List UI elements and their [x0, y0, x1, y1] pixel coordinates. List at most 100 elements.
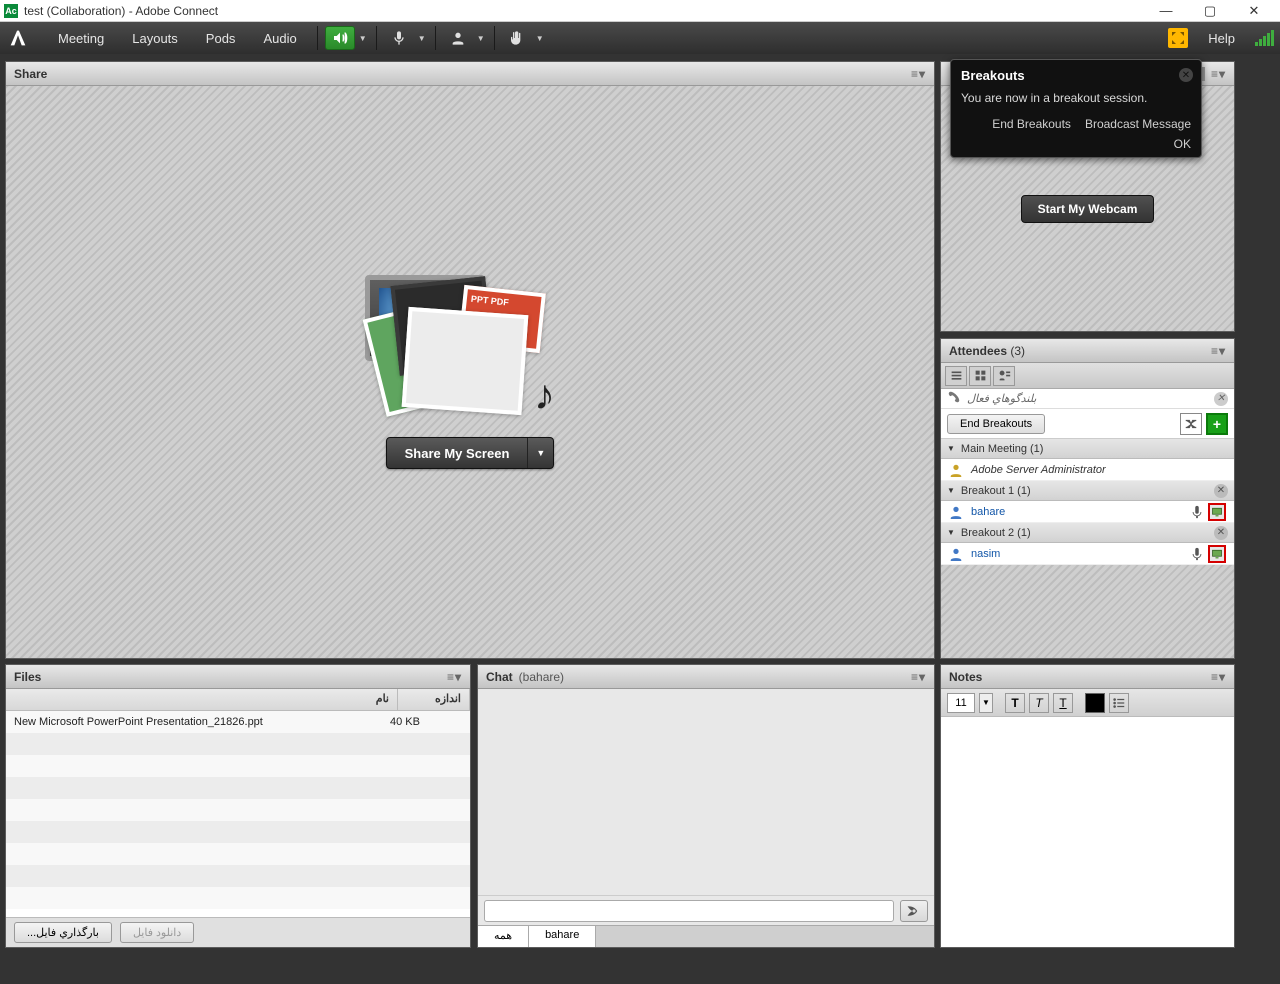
chat-tab[interactable]: bahare	[529, 926, 596, 947]
breakouts-popup-close[interactable]: ✕	[1179, 68, 1193, 82]
file-name: New Microsoft PowerPoint Presentation_21…	[14, 716, 390, 728]
underline-button[interactable]: T	[1053, 693, 1073, 713]
attendees-count: (3)	[1010, 344, 1025, 358]
shuffle-breakouts-button[interactable]	[1180, 413, 1202, 435]
share-my-screen-button[interactable]: Share My Screen ▼	[386, 437, 555, 469]
files-pod: Files ≡▾ نام اندازه New Microsoft PowerP…	[5, 664, 471, 948]
window-close-button[interactable]: ✕	[1232, 0, 1276, 22]
raise-hand-button[interactable]	[502, 26, 532, 50]
chat-input[interactable]	[484, 900, 894, 922]
file-row[interactable]	[6, 733, 470, 755]
files-rows: New Microsoft PowerPoint Presentation_21…	[6, 711, 470, 917]
font-size-field[interactable]: 11	[947, 693, 975, 713]
chat-pod-menu[interactable]: ≡▾	[911, 670, 926, 684]
file-row[interactable]: New Microsoft PowerPoint Presentation_21…	[6, 711, 470, 733]
notes-pod: Notes ≡▾ 11 ▼ T T T	[940, 664, 1235, 948]
breakouts-popup: ✕ Breakouts You are now in a breakout se…	[950, 59, 1202, 158]
breakout-controls: End Breakouts +	[941, 409, 1234, 439]
attendees-list: ▼Main Meeting (1)Adobe Server Administra…	[941, 439, 1234, 565]
files-col-size[interactable]: اندازه	[398, 689, 470, 710]
user-icon	[949, 463, 963, 477]
attendee-name: bahare	[971, 506, 1005, 518]
breakouts-popup-ok[interactable]: OK	[961, 137, 1191, 151]
share-my-screen-label: Share My Screen	[387, 440, 528, 467]
font-size-dropdown[interactable]: ▼	[979, 693, 993, 713]
share-pod-menu[interactable]: ≡▾	[911, 67, 926, 81]
file-row[interactable]	[6, 777, 470, 799]
share-pod: Share ≡▾ PPT PDF ♪ Share My Screen ▼	[5, 61, 935, 659]
menubar: Meeting Layouts Pods Audio ▼ ▼ ▼ ▼ Help	[0, 22, 1280, 54]
group-close-icon[interactable]: ✕	[1214, 526, 1228, 540]
active-speakers-row: بلندگوهاي فعال ✕	[941, 389, 1234, 409]
file-row[interactable]	[6, 799, 470, 821]
notes-pod-menu[interactable]: ≡▾	[1211, 670, 1226, 684]
speaker-button[interactable]	[325, 26, 355, 50]
chat-messages	[478, 689, 934, 895]
share-my-screen-dropdown[interactable]: ▼	[527, 438, 553, 468]
speaker-dropdown[interactable]: ▼	[356, 34, 370, 43]
attendee-name: nasim	[971, 548, 1000, 560]
broadcast-message-link[interactable]: Broadcast Message	[1085, 117, 1191, 131]
end-breakouts-link[interactable]: End Breakouts	[992, 117, 1071, 131]
upload-file-button[interactable]: بارگذاري فايل...	[14, 922, 112, 943]
files-col-name[interactable]: نام	[6, 689, 398, 710]
help-menu[interactable]: Help	[1198, 31, 1245, 46]
share-pod-body: PPT PDF ♪ Share My Screen ▼	[6, 86, 934, 658]
menu-pods[interactable]: Pods	[192, 22, 250, 54]
user-icon	[949, 505, 963, 519]
files-table-header: نام اندازه	[6, 689, 470, 711]
files-pod-menu[interactable]: ≡▾	[447, 670, 462, 684]
app-favicon: Ac	[4, 4, 18, 18]
attendees-view-toolbar	[941, 363, 1234, 389]
active-speakers-close[interactable]: ✕	[1214, 392, 1228, 406]
attendees-group-header[interactable]: ▼Main Meeting (1)	[941, 439, 1234, 459]
microphone-dropdown[interactable]: ▼	[415, 34, 429, 43]
window-maximize-button[interactable]: ▢	[1188, 0, 1232, 22]
attendees-list-view[interactable]	[945, 366, 967, 386]
video-pod-menu[interactable]: ≡▾	[1211, 67, 1226, 81]
chat-tabs: همهbahare	[478, 925, 934, 947]
file-row[interactable]	[6, 887, 470, 909]
text-color-button[interactable]	[1085, 693, 1105, 713]
attendee-row[interactable]: nasim	[941, 543, 1234, 565]
breakouts-popup-message: You are now in a breakout session.	[961, 91, 1191, 105]
attendees-pod-menu[interactable]: ≡▾	[1211, 344, 1226, 358]
chat-send-button[interactable]	[900, 900, 928, 922]
bold-button[interactable]: T	[1005, 693, 1025, 713]
window-minimize-button[interactable]: —	[1144, 0, 1188, 22]
end-breakouts-button[interactable]: End Breakouts	[947, 414, 1045, 434]
fullscreen-button[interactable]	[1168, 28, 1188, 48]
menu-audio[interactable]: Audio	[249, 22, 310, 54]
file-row[interactable]	[6, 843, 470, 865]
files-pod-title: Files	[14, 670, 41, 684]
attendees-grid-view[interactable]	[969, 366, 991, 386]
file-row[interactable]	[6, 865, 470, 887]
screen-share-icon[interactable]	[1208, 545, 1226, 563]
attendee-row[interactable]: bahare	[941, 501, 1234, 523]
breakouts-popup-title: Breakouts	[961, 68, 1191, 83]
file-row[interactable]	[6, 821, 470, 843]
webcam-dropdown[interactable]: ▼	[474, 34, 488, 43]
chat-pod-header: Chat (bahare) ≡▾	[478, 665, 934, 689]
file-row[interactable]	[6, 755, 470, 777]
webcam-button[interactable]	[443, 26, 473, 50]
italic-button[interactable]: T	[1029, 693, 1049, 713]
notes-body[interactable]	[941, 717, 1234, 947]
attendees-group-header[interactable]: ▼Breakout 2 (1)✕	[941, 523, 1234, 543]
chat-tab[interactable]: همه	[478, 926, 529, 947]
attendees-status-view[interactable]	[993, 366, 1015, 386]
attendee-row[interactable]: Adobe Server Administrator	[941, 459, 1234, 481]
add-breakout-button[interactable]: +	[1206, 413, 1228, 435]
attendees-group-header[interactable]: ▼Breakout 1 (1)✕	[941, 481, 1234, 501]
group-close-icon[interactable]: ✕	[1214, 484, 1228, 498]
screen-share-icon[interactable]	[1208, 503, 1226, 521]
menu-meeting[interactable]: Meeting	[44, 22, 118, 54]
menu-layouts[interactable]: Layouts	[118, 22, 192, 54]
adobe-logo	[6, 26, 30, 50]
bullet-list-button[interactable]	[1109, 693, 1129, 713]
start-my-webcam-button[interactable]: Start My Webcam	[1021, 195, 1155, 223]
download-file-button[interactable]: دانلود فايل	[120, 922, 194, 943]
microphone-button[interactable]	[384, 26, 414, 50]
notes-format-toolbar: 11 ▼ T T T	[941, 689, 1234, 717]
raise-hand-dropdown[interactable]: ▼	[533, 34, 547, 43]
